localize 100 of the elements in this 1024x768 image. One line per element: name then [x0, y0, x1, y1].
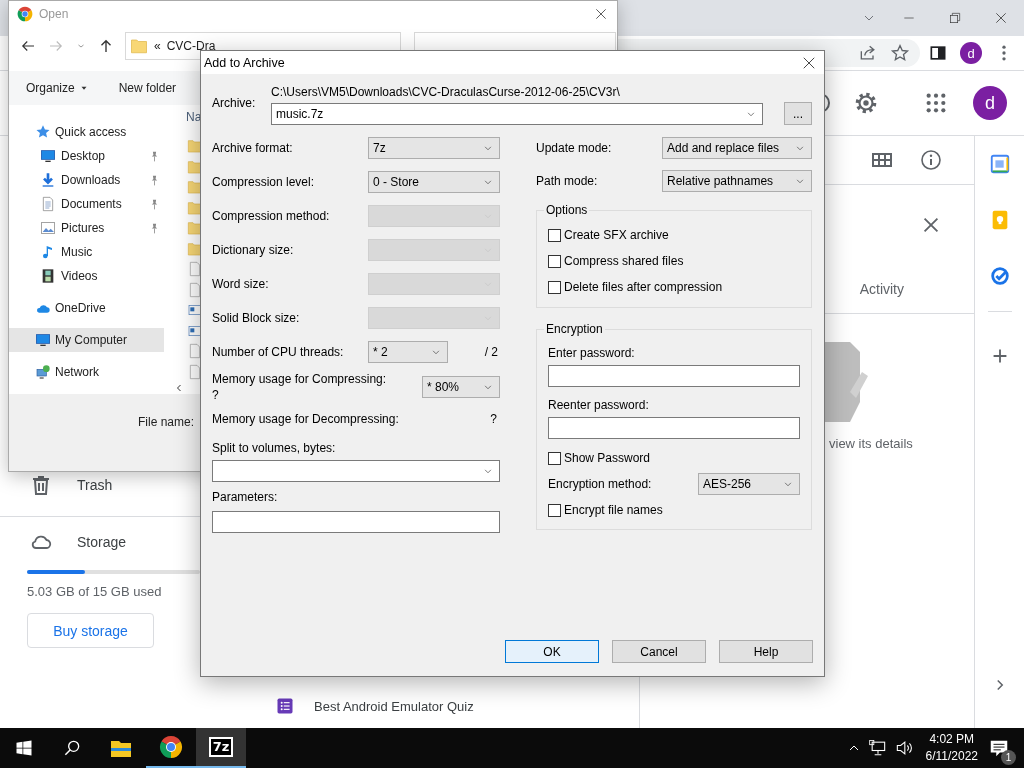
picture-icon [40, 220, 56, 236]
field-label: Path mode: [536, 173, 599, 188]
dialog-button[interactable]: OK [505, 640, 599, 663]
info-icon[interactable] [919, 148, 943, 172]
parameters-field[interactable] [212, 511, 500, 533]
notification-badge: 1 [1001, 750, 1016, 765]
breadcrumb-overflow[interactable]: « [154, 39, 161, 53]
clock[interactable]: 4:02 PM 6/11/2022 [925, 731, 978, 765]
checkbox[interactable] [548, 228, 561, 242]
checkbox[interactable] [548, 503, 561, 517]
breadcrumb-item[interactable]: CVC-Dra [166, 39, 216, 53]
dropdown[interactable]: Add and replace files [662, 136, 812, 159]
nav-item[interactable]: Music [9, 240, 164, 264]
folder-icon [187, 158, 203, 175]
password-field[interactable] [548, 417, 800, 439]
side-panel-icon[interactable] [928, 43, 948, 63]
nav-item[interactable]: Quick access [9, 120, 164, 144]
settings-icon[interactable] [853, 90, 879, 116]
network-icon [35, 364, 51, 380]
nav-item[interactable]: Desktop [9, 144, 164, 168]
download-icon [40, 172, 56, 188]
calendar-icon[interactable] [988, 153, 1011, 175]
nav-item[interactable]: Pictures [9, 216, 164, 240]
storage-usage: 5.03 GB of 15 GB used [27, 584, 163, 599]
network-icon[interactable] [867, 738, 888, 758]
field-label: Reenter password: [548, 397, 650, 413]
windows-logo-icon[interactable] [15, 739, 33, 757]
share-icon[interactable] [858, 43, 878, 63]
dialog-button[interactable]: Help [719, 640, 813, 663]
checkbox-label[interactable]: Show Password [564, 451, 651, 465]
field-label: Archive: [212, 95, 257, 110]
file-name-label: File name: [138, 415, 195, 429]
checkbox-label[interactable]: Create SFX archive [564, 228, 669, 242]
password-field[interactable] [548, 365, 800, 387]
file-row[interactable]: Best Android Emulator Quiz [240, 690, 639, 722]
folder-icon [187, 199, 203, 216]
search-icon[interactable] [62, 738, 82, 758]
field-label: Update mode: [536, 140, 613, 155]
group-title: Options [544, 203, 590, 218]
dropdown[interactable]: * 80% [422, 376, 500, 398]
nav-item[interactable]: Videos [9, 264, 164, 288]
restore-icon[interactable] [947, 10, 963, 26]
details-hint: view its details [829, 436, 914, 451]
buy-storage-button[interactable]: Buy storage [27, 613, 154, 648]
toolbar-button[interactable]: Organize [26, 81, 89, 95]
checkbox[interactable] [548, 280, 561, 294]
dialog-button[interactable]: Cancel [612, 640, 706, 663]
document-icon [40, 196, 56, 212]
avatar[interactable]: d [973, 86, 1007, 120]
column-header[interactable]: Na [186, 110, 202, 124]
field-label: Encryption method: [548, 477, 653, 491]
nav-item[interactable]: Documents [9, 192, 164, 216]
checkbox-label[interactable]: Delete files after compression [564, 280, 723, 294]
archive-path: C:\Users\VM5\Downloads\CVC-DraculasCurse-2012-06-25\CV3r\ [271, 85, 621, 101]
checkbox[interactable] [548, 451, 561, 465]
dropdown[interactable]: Relative pathnames [662, 169, 812, 192]
browse-button[interactable]: ... [784, 102, 812, 125]
field-label: Word size: [212, 277, 270, 291]
dropdown[interactable]: 7z [368, 137, 500, 159]
memory-value: ? [212, 387, 220, 403]
monitor-icon [35, 332, 51, 348]
activity-tab[interactable]: Activity [859, 281, 904, 297]
split-volumes-field[interactable] [212, 460, 500, 482]
checkbox-label[interactable]: Encrypt file names [564, 503, 663, 517]
sidebar-item[interactable]: Storage [29, 526, 240, 558]
star-icon[interactable] [890, 43, 910, 63]
close-icon[interactable] [993, 10, 1009, 26]
dropdown[interactable]: 0 - Store [368, 171, 500, 193]
field-label: Solid Block size: [212, 311, 301, 325]
avatar[interactable]: d [960, 42, 982, 64]
taskbar-button[interactable]: 7z [196, 728, 246, 768]
field-label: Memory usage for Decompressing: [212, 412, 399, 426]
archive-name-field[interactable]: music.7z [271, 103, 763, 125]
close-icon[interactable] [593, 6, 609, 22]
window-title: Open [39, 7, 69, 21]
nav-item[interactable]: OneDrive [9, 296, 164, 320]
nav-item[interactable]: My Computer [9, 328, 164, 352]
file-icon [187, 281, 203, 298]
file-icon [187, 261, 203, 277]
dropdown[interactable]: AES-256 [698, 473, 800, 495]
field-label: Memory usage for Compressing: [212, 371, 388, 387]
form-icon [275, 696, 295, 716]
dropdown[interactable]: * 2 [368, 341, 448, 363]
checkbox[interactable] [548, 254, 561, 268]
check-circle-icon[interactable] [988, 265, 1011, 287]
toolbar-button[interactable]: New folder [118, 81, 177, 95]
apps-grid-icon[interactable] [925, 92, 947, 114]
thread-count: / 2 [483, 345, 499, 359]
nav-item[interactable]: Downloads [9, 168, 164, 192]
field-label: Enter password: [548, 345, 636, 361]
field-label: Compression level: [212, 175, 316, 189]
star-icon [35, 124, 51, 140]
nav-item[interactable]: Network [9, 360, 164, 384]
checkbox-label[interactable]: Compress shared files [564, 254, 684, 268]
field-label: Parameters: [212, 489, 279, 505]
film-icon [40, 268, 56, 284]
file-icon [187, 343, 203, 359]
group-title: Encryption [544, 322, 605, 337]
file-icon [187, 363, 203, 380]
monitor-icon [40, 148, 56, 164]
